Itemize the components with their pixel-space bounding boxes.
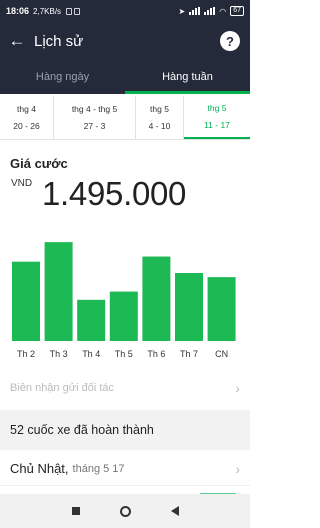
network-speed: 2,7KB/s: [33, 6, 62, 16]
week-item[interactable]: thg 4 20 - 26: [0, 96, 54, 139]
chevron-right-icon: ›: [235, 460, 240, 477]
status-indicators: ➤ ◠ 67: [179, 6, 244, 16]
status-bar: 18:06 2,7KB/s ➤ ◠ 67: [0, 0, 250, 22]
location-icon: ➤: [178, 6, 186, 16]
notification-icon: [66, 7, 73, 15]
signal-icon-2: [204, 7, 216, 15]
app-notification-icon: [74, 7, 81, 15]
chart-tick-label: Th 3: [50, 349, 68, 359]
battery-icon: 67: [230, 6, 244, 16]
period-tabs: Hàng ngày Hàng tuần: [0, 60, 250, 94]
recent-apps-icon[interactable]: [71, 507, 80, 515]
wifi-icon: ◠: [219, 6, 227, 16]
week-item[interactable]: thg 4 - thg 5 27 - 3: [54, 96, 136, 139]
chart-bar[interactable]: [44, 242, 73, 341]
fare-title: Giá cước: [10, 156, 68, 171]
chevron-right-icon: ›: [235, 380, 240, 396]
chart-tick-label: CN: [215, 349, 228, 359]
day-row-sunday[interactable]: Chủ Nhật, tháng 5 17 ›: [0, 452, 250, 486]
signal-icon: [189, 7, 201, 15]
chart-bar[interactable]: [109, 291, 138, 341]
chart-bar[interactable]: [175, 273, 203, 341]
week-days: 4 - 10: [148, 121, 171, 131]
bar-chart-svg: Th 2 Th 3 Th 4 Th 5 Th 6 Th 7 CN: [12, 242, 236, 359]
chart-bar[interactable]: [77, 299, 106, 341]
day-name: Chủ Nhật,: [10, 461, 69, 476]
week-item[interactable]: thg 5 4 - 10: [136, 96, 184, 139]
chart-bar[interactable]: [12, 261, 40, 341]
partner-receipt-label: Biên nhận gửi đối tác: [10, 382, 114, 394]
week-month: thg 4: [17, 104, 36, 114]
status-time: 18:06: [6, 6, 30, 16]
week-days: 20 - 26: [13, 121, 40, 131]
week-month: thg 4 - thg 5: [71, 104, 118, 114]
week-item-selected[interactable]: thg 5 11 - 17: [184, 96, 250, 139]
page-title: Lịch sử: [34, 32, 84, 50]
chart-tick-label: Th 4: [82, 349, 100, 359]
week-month: thg 5: [207, 103, 227, 113]
back-icon[interactable]: [170, 506, 179, 516]
week-days: 11 - 17: [204, 120, 230, 130]
chart-tick-label: Th 5: [115, 349, 133, 359]
home-icon[interactable]: [119, 505, 131, 517]
fare-amount: 1.495.000: [42, 175, 187, 212]
chart-tick-label: Th 2: [17, 349, 35, 359]
weekly-fare-chart: Th 2 Th 3 Th 4 Th 5 Th 6 Th 7 CN: [0, 236, 250, 366]
back-arrow-icon[interactable]: ←: [0, 22, 34, 60]
tab-weekly[interactable]: Hàng tuần: [125, 60, 250, 94]
tab-daily[interactable]: Hàng ngày: [0, 60, 125, 94]
week-days: 27 - 3: [83, 121, 106, 131]
help-icon[interactable]: ?: [220, 31, 240, 51]
chart-tick-label: Th 6: [147, 349, 165, 359]
week-month: thg 5: [150, 104, 169, 114]
chart-bar[interactable]: [142, 256, 171, 341]
day-amount-partial: ▬▬▬: [200, 486, 236, 494]
chart-bar[interactable]: [207, 277, 236, 341]
android-nav-bar: [0, 494, 250, 528]
app-header: ← Lịch sử ?: [0, 22, 250, 60]
day-date: tháng 5 17: [72, 462, 125, 475]
fare-currency: VND: [11, 178, 33, 189]
trips-summary: 52 cuốc xe đã hoàn thành: [0, 410, 250, 450]
chart-tick-label: Th 7: [180, 349, 198, 359]
week-selector: thg 4 20 - 26 thg 4 - thg 5 27 - 3 thg 5…: [0, 96, 250, 140]
partner-receipt-row[interactable]: Biên nhận gửi đối tác ›: [0, 372, 250, 404]
